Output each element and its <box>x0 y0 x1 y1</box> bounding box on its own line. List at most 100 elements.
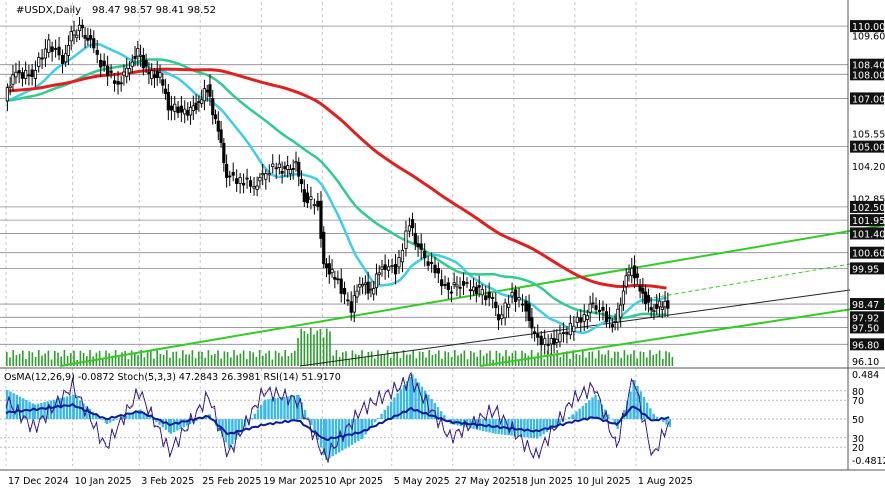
volume-bar <box>367 352 370 366</box>
candle-body <box>496 314 501 321</box>
volume-bar <box>207 350 210 366</box>
candle-body <box>20 72 25 79</box>
osma-bar <box>172 419 176 433</box>
osma-bar <box>516 419 520 437</box>
candle-body <box>277 163 281 168</box>
candle-body <box>430 262 434 264</box>
osma-bar <box>12 393 15 420</box>
candle-body <box>552 338 556 345</box>
osma-bar <box>176 419 179 431</box>
candle-body <box>5 87 9 102</box>
candle-body <box>252 186 256 189</box>
osma-bar <box>121 416 125 420</box>
volume-bar <box>610 358 613 366</box>
osma-bar <box>386 405 390 420</box>
osma-bar <box>260 405 263 420</box>
candle-body <box>216 120 220 132</box>
volume-bar <box>527 355 530 366</box>
volume-bar <box>540 351 542 366</box>
volume-bar <box>361 350 363 366</box>
volume-bar <box>204 357 206 366</box>
candle-body <box>536 333 540 338</box>
osma-bar <box>364 419 367 435</box>
volume-bar <box>342 352 344 366</box>
candle-body <box>352 295 356 313</box>
volume-bar <box>118 356 120 366</box>
volume-bar <box>175 351 178 366</box>
osma-bar <box>273 398 277 420</box>
candle-body <box>369 288 373 291</box>
volume-bar <box>402 350 405 366</box>
indicator-y-label: -0.4812 <box>852 456 885 467</box>
candle-body <box>588 303 592 313</box>
volume-bar <box>246 359 248 366</box>
volume-bar <box>319 328 322 366</box>
volume-bar <box>479 350 482 366</box>
candle-body <box>83 34 87 39</box>
candle-body <box>407 225 412 232</box>
chart-svg[interactable]: 17 Dec 2024 10 Jan 2025 3 Feb 2025 25 Feb 2… <box>0 0 885 492</box>
volume-bar <box>242 350 245 366</box>
candle-body <box>613 321 617 323</box>
candle-body <box>17 70 21 74</box>
osma-bar <box>43 402 46 420</box>
volume-bar <box>422 351 424 366</box>
volume-bar <box>28 351 30 366</box>
candle-body <box>75 34 79 39</box>
candle-body <box>197 101 201 103</box>
indicator-y-label: 20 <box>852 443 864 454</box>
volume-bar <box>6 352 8 366</box>
candle-body <box>342 288 347 295</box>
candle-body <box>374 273 379 289</box>
volume-bar <box>223 351 226 366</box>
candle-body <box>152 74 157 79</box>
volume-bar <box>274 350 277 366</box>
candle-body <box>372 288 376 295</box>
candle-body <box>446 282 450 290</box>
candle-body <box>491 297 495 299</box>
x-tick-label: 18 Jun 2025 <box>516 476 573 487</box>
volume-bar <box>354 353 357 366</box>
volume-bar <box>153 358 155 366</box>
candle-body <box>666 300 670 309</box>
osma-bar <box>377 418 380 420</box>
volume-bar <box>239 353 242 366</box>
volume-bar <box>313 334 315 366</box>
candle-body <box>632 265 637 279</box>
volume-bar <box>326 328 328 366</box>
volume-bar <box>578 354 581 366</box>
osma-bar <box>370 419 374 427</box>
volume-bar <box>198 351 200 366</box>
candle-body <box>219 129 223 143</box>
candle-body <box>147 71 151 75</box>
volume-bar <box>54 350 56 366</box>
candle-body <box>468 289 473 292</box>
volume-bar <box>150 351 152 366</box>
volume-bar <box>428 350 430 366</box>
candle-body <box>133 56 137 60</box>
volume-bar <box>662 358 664 366</box>
volume-bar <box>514 350 517 366</box>
volume-bar <box>265 353 267 366</box>
candle-body <box>339 278 343 294</box>
candle-body <box>655 304 659 309</box>
osma-bar <box>652 414 655 420</box>
osma-bar <box>655 416 659 420</box>
volume-bar <box>380 354 382 366</box>
volume-bar <box>297 337 299 366</box>
volume-bar <box>348 358 350 366</box>
candle-body <box>99 59 103 68</box>
candle-body <box>503 302 507 319</box>
candle-body <box>183 108 187 115</box>
volume-bar <box>623 350 626 366</box>
osma-bar <box>526 419 529 438</box>
candle-body <box>141 55 145 69</box>
candle-body <box>390 265 394 267</box>
osma-bar <box>310 419 313 425</box>
candle-body <box>72 30 76 36</box>
volume-bar <box>386 350 389 366</box>
osma-bar <box>75 397 79 420</box>
volume-bar <box>393 351 395 366</box>
volume-bar <box>137 355 139 366</box>
osma-bar <box>588 400 591 420</box>
